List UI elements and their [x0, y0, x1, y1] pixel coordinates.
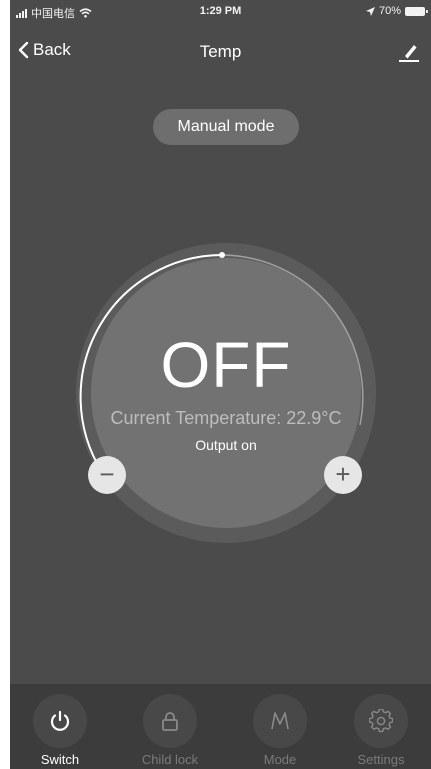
decrease-temp-button[interactable]: −: [88, 456, 126, 494]
battery-percent: 70%: [378, 5, 401, 17]
current-temperature: Current Temperature: 22.9°C: [110, 408, 342, 428]
tab-icon-circle: [253, 694, 307, 748]
tab-mode[interactable]: Mode: [230, 684, 330, 769]
battery-icon: [405, 6, 428, 16]
tab-label: Mode: [263, 752, 297, 767]
app-screen: 中国电信 1:29 PM 70% Back Temp Manual mode O…: [10, 0, 431, 769]
increase-temp-button[interactable]: +: [324, 456, 362, 494]
plus-icon: +: [335, 459, 351, 489]
tab-settings[interactable]: Settings: [331, 684, 431, 769]
status-right: 70%: [365, 5, 428, 17]
tab-icon-circle: [33, 694, 87, 748]
nav-bar: Back Temp: [10, 30, 431, 74]
tab-label: Switch: [40, 752, 80, 767]
edit-button[interactable]: [397, 40, 421, 64]
tab-label: Settings: [357, 752, 405, 767]
edit-pencil-icon: [399, 45, 419, 62]
tab-icon-circle: [354, 694, 408, 748]
status-bar: 中国电信 1:29 PM 70%: [10, 0, 431, 22]
power-icon: [50, 710, 70, 731]
tab-child-lock[interactable]: Child lock: [120, 684, 220, 769]
mode-m-icon: [271, 712, 289, 730]
output-status: Output on: [195, 437, 257, 453]
tab-label: Child lock: [141, 752, 199, 767]
lock-icon: [162, 712, 178, 731]
gear-icon: [369, 709, 393, 733]
tab-switch[interactable]: Switch: [10, 684, 110, 769]
power-state: OFF: [160, 329, 292, 401]
bottom-tab-bar: Switch Child lock Mode Settings: [10, 684, 431, 769]
location-icon: [365, 6, 375, 16]
mode-pill[interactable]: Manual mode: [153, 109, 299, 145]
arc-handle[interactable]: [219, 252, 225, 258]
tab-icon-circle: [143, 694, 197, 748]
minus-icon: −: [99, 459, 115, 489]
page-title: Temp: [199, 42, 242, 61]
